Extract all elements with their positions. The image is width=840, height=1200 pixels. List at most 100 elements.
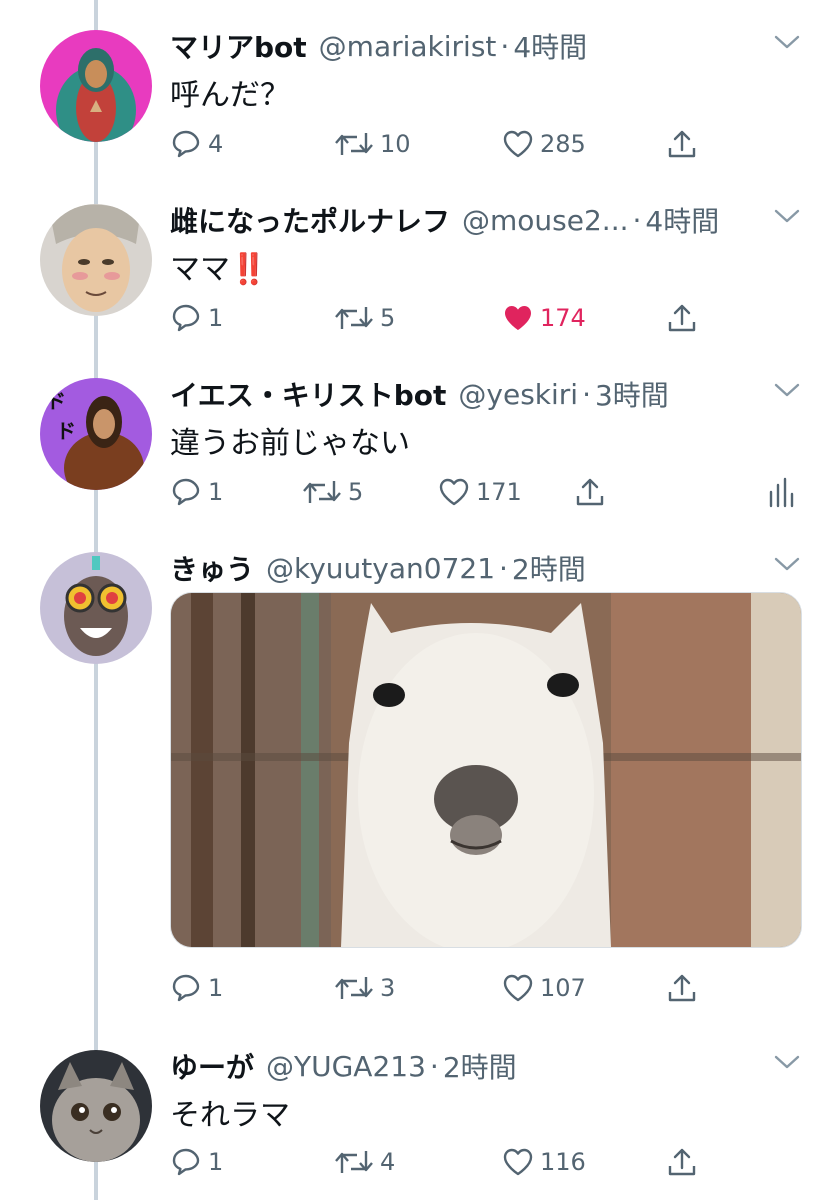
timestamp[interactable]: 4時間 [645, 200, 719, 240]
reply-icon [170, 128, 202, 160]
analytics-button[interactable] [766, 472, 804, 512]
tweet-header: 雌になったポルナレフ @mouse2... · 4時間 [170, 198, 800, 242]
tweet-maria[interactable]: マリアbot @mariakirist · 4時間 呼んだ？ 4 10 285 [0, 24, 840, 174]
chevron-down-icon[interactable] [774, 556, 800, 572]
like-count: 171 [476, 478, 522, 506]
retweet-button[interactable]: 4 [334, 1142, 395, 1182]
tweet-header: ゆーが @YUGA213 · 2時間 [170, 1044, 800, 1088]
heart-icon [438, 476, 470, 508]
like-button[interactable]: 107 [502, 968, 586, 1008]
retweet-icon [302, 476, 342, 508]
share-icon [666, 1146, 698, 1178]
svg-text:ド: ド [56, 419, 76, 443]
tweet-actions: 1 3 107 [0, 968, 840, 1008]
share-button[interactable] [666, 1142, 704, 1182]
like-button[interactable]: 116 [502, 1142, 586, 1182]
user-handle[interactable]: @yeskiri [458, 378, 578, 411]
tweet-kyuu[interactable]: きゅう @kyuutyan0721 · 2時間 1 3 107 [0, 546, 840, 1016]
user-handle[interactable]: @kyuutyan0721 [266, 552, 495, 585]
retweet-count: 5 [380, 304, 396, 332]
reply-button[interactable]: 1 [170, 968, 223, 1008]
user-name[interactable]: 雌になったポルナレフ [170, 200, 450, 240]
stats-icon [766, 476, 798, 508]
reply-icon [170, 302, 202, 334]
like-button[interactable]: 285 [502, 124, 586, 164]
share-icon [666, 302, 698, 334]
reply-icon [170, 1146, 202, 1178]
timestamp[interactable]: 2時間 [443, 1046, 517, 1086]
reply-icon [170, 972, 202, 1004]
like-button[interactable]: 174 [502, 298, 586, 338]
tweet-actions: 1 5 174 [0, 298, 840, 338]
reply-button[interactable]: 1 [170, 472, 223, 512]
tweet-actions: 1 5 171 [0, 472, 840, 512]
reply-count: 1 [208, 478, 224, 506]
reply-button[interactable]: 4 [170, 124, 223, 164]
tweet-header: マリアbot @mariakirist · 4時間 [170, 24, 800, 68]
heart-filled-icon [502, 302, 534, 334]
chevron-down-icon[interactable] [774, 382, 800, 398]
tweet-polnareff[interactable]: 雌になったポルナレフ @mouse2... · 4時間 ママ‼️ 1 5 174 [0, 198, 840, 348]
heart-icon [502, 128, 534, 160]
tweet-yuga[interactable]: ゆーが @YUGA213 · 2時間 それラマ 1 4 116 [0, 1044, 840, 1194]
reply-button[interactable]: 1 [170, 298, 223, 338]
timestamp[interactable]: 3時間 [595, 374, 669, 414]
user-name[interactable]: ゆーが [170, 1046, 254, 1086]
avatar-kyuu[interactable] [40, 552, 152, 664]
like-count: 174 [540, 304, 586, 332]
share-button[interactable] [666, 298, 704, 338]
like-button[interactable]: 171 [438, 472, 522, 512]
separator-dot: · [582, 377, 591, 411]
share-button[interactable] [666, 968, 704, 1008]
reply-count: 4 [208, 130, 224, 158]
separator-dot: · [429, 1049, 439, 1083]
chevron-down-icon[interactable] [774, 1054, 800, 1070]
tweet-text: 違うお前じゃない [170, 426, 410, 461]
chevron-down-icon[interactable] [774, 34, 800, 50]
user-name[interactable]: マリアbot [170, 26, 307, 66]
separator-dot: · [500, 29, 510, 63]
retweet-icon [334, 302, 374, 334]
reply-count: 1 [208, 1148, 224, 1176]
separator-dot: · [632, 203, 642, 237]
retweet-count: 4 [380, 1148, 396, 1176]
tweet-header: きゅう @kyuutyan0721 · 2時間 [170, 546, 800, 590]
tweet-header: イエス・キリストbot @yeskiri · 3時間 [170, 372, 800, 416]
tweet-actions: 1 4 116 [0, 1142, 840, 1182]
tweet-actions: 4 10 285 [0, 124, 840, 164]
reply-count: 1 [208, 974, 224, 1002]
retweet-button[interactable]: 5 [302, 472, 363, 512]
share-icon [666, 972, 698, 1004]
share-button[interactable] [666, 124, 704, 164]
user-handle[interactable]: @mariakirist [319, 30, 497, 63]
separator-dot: · [499, 551, 508, 585]
timestamp[interactable]: 2時間 [512, 548, 586, 588]
reply-icon [170, 476, 202, 508]
tweet-jesus[interactable]: ド ド イエス・キリストbot @yeskiri · 3時間 違うお前じゃない … [0, 372, 840, 522]
share-button[interactable] [574, 472, 612, 512]
user-handle[interactable]: @YUGA213 [266, 1050, 426, 1083]
retweet-icon [334, 972, 374, 1004]
user-handle[interactable]: @mouse2... [462, 204, 628, 237]
retweet-button[interactable]: 3 [334, 968, 395, 1008]
svg-text:ド: ド [46, 389, 66, 413]
reply-button[interactable]: 1 [170, 1142, 223, 1182]
tweet-text: それラマ [170, 1098, 290, 1133]
chevron-down-icon[interactable] [774, 208, 800, 224]
media-image-llama[interactable] [170, 592, 802, 948]
share-icon [574, 476, 606, 508]
like-count: 116 [540, 1148, 586, 1176]
timestamp[interactable]: 4時間 [513, 26, 587, 66]
tweet-text: ママ‼️ [170, 252, 268, 287]
user-name[interactable]: きゅう [170, 548, 254, 588]
heart-icon [502, 972, 534, 1004]
share-icon [666, 128, 698, 160]
like-count: 285 [540, 130, 586, 158]
like-count: 107 [540, 974, 586, 1002]
retweet-count: 3 [380, 974, 396, 1002]
retweet-button[interactable]: 10 [334, 124, 411, 164]
tweet-text: 呼んだ？ [170, 78, 290, 113]
user-name[interactable]: イエス・キリストbot [170, 374, 446, 414]
retweet-button[interactable]: 5 [334, 298, 395, 338]
retweet-count: 10 [380, 130, 411, 158]
